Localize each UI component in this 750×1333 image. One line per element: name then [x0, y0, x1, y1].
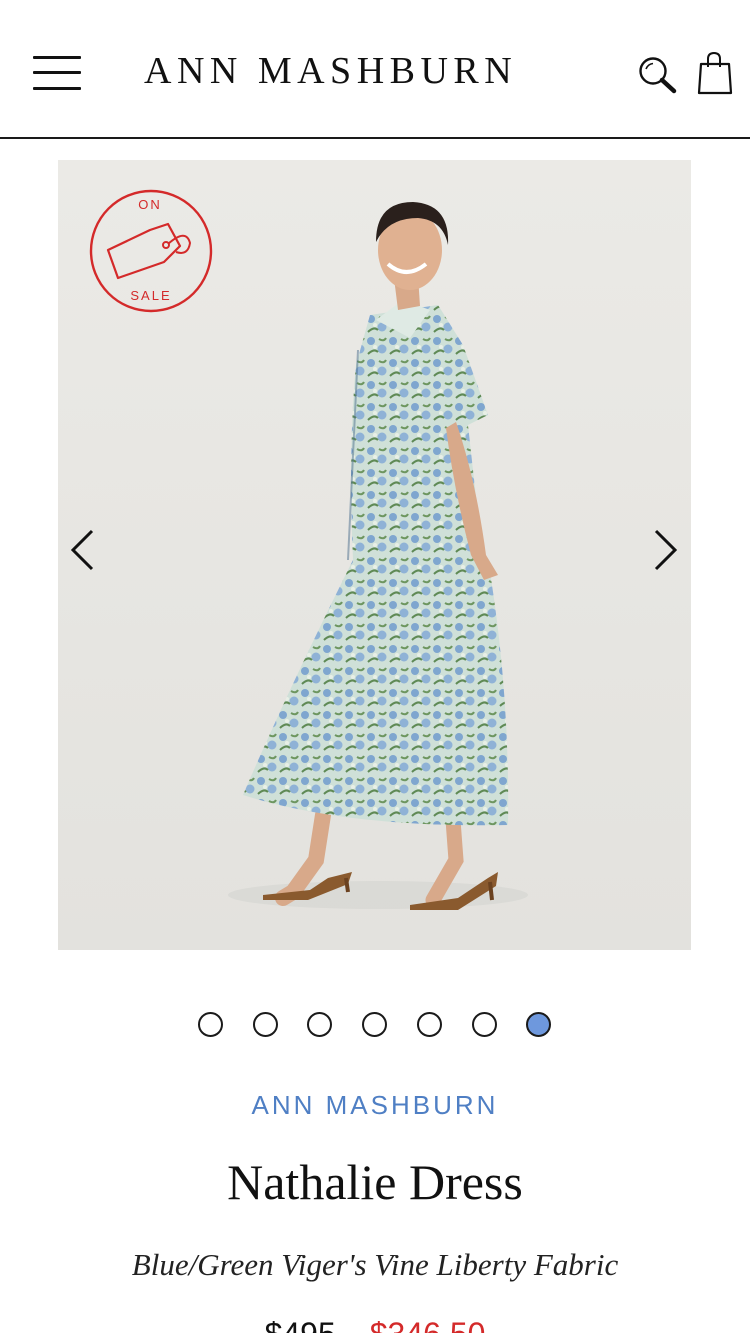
- original-price: $495: [265, 1316, 336, 1333]
- price-tag-icon: [106, 222, 182, 280]
- hamburger-menu-icon: [33, 56, 81, 59]
- previous-image-button[interactable]: [66, 525, 100, 575]
- site-header: ANN MASHBURN: [0, 0, 750, 140]
- chevron-left-icon: [70, 529, 94, 571]
- product-title: Nathalie Dress: [227, 1154, 523, 1210]
- sale-price: $346.50: [370, 1316, 486, 1333]
- pagination-dot[interactable]: [253, 1012, 278, 1037]
- product-prices: $495 $346.50: [0, 1316, 750, 1333]
- chevron-right-icon: [654, 529, 678, 571]
- search-button[interactable]: [636, 55, 678, 97]
- pagination-dot[interactable]: [307, 1012, 332, 1037]
- next-image-button[interactable]: [648, 525, 682, 575]
- menu-button[interactable]: [33, 54, 83, 94]
- pagination-dot-active[interactable]: [526, 1012, 551, 1037]
- gallery-pagination: [198, 1012, 554, 1038]
- product-image-gallery[interactable]: ON SALE: [58, 160, 691, 950]
- header-divider: [0, 137, 750, 139]
- badge-bottom-text: SALE: [130, 288, 171, 303]
- shopping-bag-icon: [697, 51, 733, 95]
- product-fabric: Blue/Green Viger's Vine Liberty Fabric: [131, 1247, 619, 1282]
- product-brand[interactable]: ANN MASHBURN: [0, 1090, 750, 1121]
- search-icon: [639, 57, 677, 94]
- pagination-dot[interactable]: [472, 1012, 497, 1037]
- site-logo[interactable]: ANN MASHBURN: [144, 48, 606, 94]
- badge-top-text: ON: [138, 197, 162, 212]
- on-sale-badge: ON SALE: [89, 189, 213, 313]
- pagination-dot[interactable]: [362, 1012, 387, 1037]
- pagination-dot[interactable]: [198, 1012, 223, 1037]
- shopping-bag-button[interactable]: [697, 50, 733, 96]
- pagination-dot[interactable]: [417, 1012, 442, 1037]
